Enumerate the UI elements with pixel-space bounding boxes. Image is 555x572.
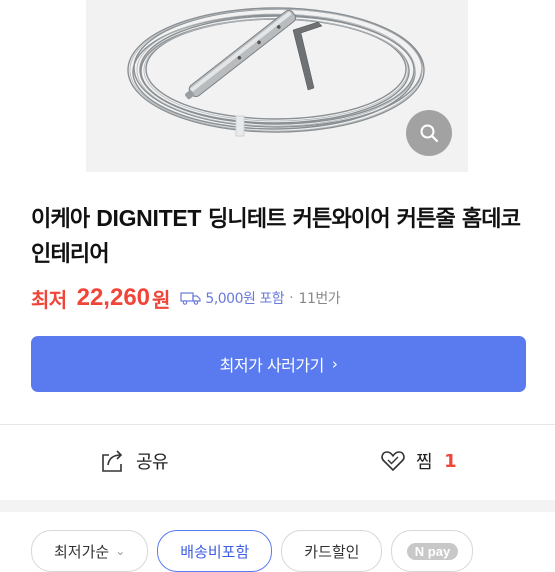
- separator: ·: [289, 290, 294, 306]
- buy-lowest-price-button[interactable]: 최저가 사러가기 ›: [31, 336, 526, 392]
- filter-chips: 최저가순 ⌄ 배송비포함 카드할인 N pay: [31, 530, 474, 572]
- price-row: 최저 22,260 원 5,000원 포함 · 11번가: [31, 282, 541, 314]
- shipping-info: 5,000원 포함: [180, 288, 285, 308]
- chevron-down-icon: ⌄: [115, 544, 126, 558]
- product-image[interactable]: [86, 0, 468, 172]
- price-unit: 원: [152, 287, 171, 312]
- section-gap: [0, 500, 555, 512]
- divider: [0, 424, 555, 425]
- share-label: 공유: [136, 452, 169, 473]
- truck-icon: [180, 292, 202, 305]
- zoom-button[interactable]: [406, 110, 452, 156]
- wishlist-label: 찜: [416, 452, 433, 473]
- title-brand: DIGNITET: [96, 205, 202, 231]
- magnifier-icon: [420, 124, 439, 143]
- price-value: 22,260: [76, 284, 151, 311]
- product-image-area: [0, 0, 555, 172]
- chip-shipping-included[interactable]: 배송비포함: [157, 530, 273, 572]
- chip-card-discount[interactable]: 카드할인: [281, 530, 383, 572]
- npay-badge: N pay: [406, 542, 459, 560]
- sort-label: 최저가순: [54, 542, 110, 561]
- chip-npay[interactable]: N pay: [391, 530, 474, 572]
- product-title: 이케아 DIGNITET 딩니테트 커튼와이어 커튼줄 홈데코 인테리어: [31, 201, 536, 272]
- buy-button-label: 최저가 사러가기: [219, 356, 325, 375]
- sort-dropdown[interactable]: 최저가순 ⌄: [31, 530, 149, 572]
- heart-icon: [381, 451, 405, 472]
- title-prefix: 이케아: [31, 207, 90, 232]
- mall-name[interactable]: 11번가: [299, 288, 341, 308]
- chip-label: 카드할인: [304, 542, 360, 561]
- price-label: 최저: [31, 287, 67, 312]
- chevron-right-icon: ›: [331, 355, 338, 373]
- share-icon: [102, 450, 123, 472]
- wishlist-count: 1: [444, 450, 457, 472]
- chip-label: 배송비포함: [180, 542, 250, 561]
- share-button[interactable]: 공유: [100, 440, 169, 482]
- wishlist-button[interactable]: 찜 1: [380, 440, 457, 482]
- shipping-text: 5,000원 포함: [205, 291, 285, 307]
